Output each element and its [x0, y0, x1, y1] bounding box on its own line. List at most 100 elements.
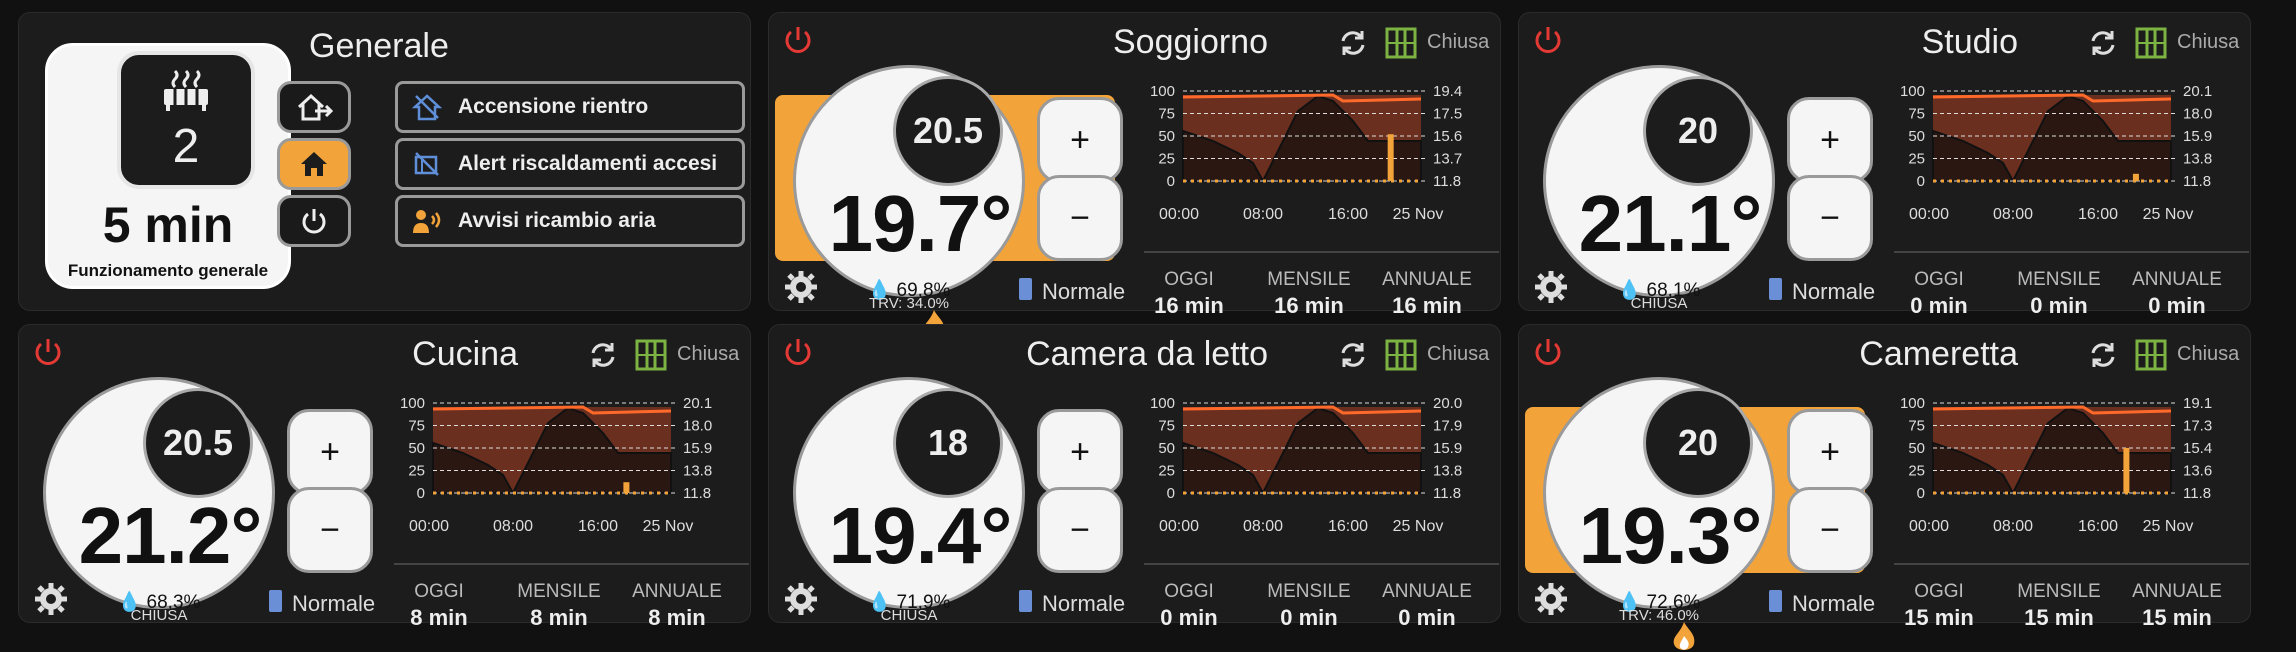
general-subtitle: Funzionamento generale: [67, 261, 269, 280]
flame-icon: [1673, 622, 1695, 650]
alert-ricambio-aria[interactable]: Avvisi ricambio aria: [395, 195, 745, 247]
alert-accensione-rientro[interactable]: Accensione rientro: [395, 81, 745, 133]
y-tick-right: 18.0: [2183, 106, 2212, 123]
y-tick-left: 25: [1908, 151, 1925, 168]
y-tick-left: 25: [1158, 151, 1175, 168]
setpoint[interactable]: 20.5: [893, 76, 1003, 186]
stats-bar: OGGI 15 min MENSILE 15 min ANNUALE 15 min: [1894, 563, 2249, 630]
home-mode-button[interactable]: [277, 138, 351, 190]
increase-temp-button[interactable]: +: [287, 409, 373, 495]
stat-label: OGGI: [1164, 581, 1214, 602]
home-off-icon: [410, 90, 444, 124]
sync-icon[interactable]: [1335, 25, 1371, 61]
stat-oggi: OGGI 15 min: [1884, 581, 1994, 631]
room-card-soggiorno: Soggiorno Chiusa 20.5 19.7° 💧 69,8% + − …: [768, 12, 1501, 338]
y-tick-left: 0: [1917, 485, 1925, 502]
valve-status: TRV: 46.0%: [1618, 607, 1700, 624]
sync-icon[interactable]: [1335, 337, 1371, 373]
thermostat-dial[interactable]: 18 19.4° 💧 71,9%: [793, 377, 1025, 613]
thermostat-dial[interactable]: 20.5 21.2° 💧 68,3%: [43, 377, 275, 613]
current-temperature: 19.3°: [1578, 491, 1763, 580]
sync-icon[interactable]: [2085, 25, 2121, 61]
general-power-button[interactable]: [277, 195, 351, 247]
stat-value: 0 min: [1160, 605, 1218, 630]
stat-label: OGGI: [1914, 269, 1964, 290]
power-icon[interactable]: [781, 335, 815, 369]
setpoint[interactable]: 20.5: [143, 388, 253, 498]
sync-icon[interactable]: [2085, 337, 2121, 373]
history-chart: 100 20.1 75 18.0 50 15.9 25 13.8 0 11.8 00:00 08:00…: [400, 395, 712, 535]
x-tick: 25 Nov: [1393, 206, 1444, 223]
x-tick: 25 Nov: [1393, 518, 1444, 535]
y-tick-left: 0: [417, 485, 425, 502]
alert-label: Alert riscaldamenti accesi: [458, 152, 718, 175]
power-icon[interactable]: [1531, 335, 1565, 369]
stat-mensile: MENSILE 0 min: [1254, 581, 1364, 631]
stat-label: ANNUALE: [2132, 269, 2222, 290]
room-title: Camera da letto: [1026, 335, 1268, 373]
decrease-temp-button[interactable]: −: [1787, 487, 1873, 573]
heating-bar: [623, 482, 630, 493]
stats-bar: OGGI 0 min MENSILE 0 min ANNUALE 0 min: [1144, 563, 1499, 630]
away-mode-button[interactable]: [277, 81, 351, 133]
battery-icon: [269, 590, 282, 612]
battery-icon: [1769, 278, 1782, 300]
stat-value: 0 min: [2148, 293, 2206, 318]
x-tick: 08:00: [1243, 206, 1283, 223]
setpoint[interactable]: 20: [1643, 76, 1753, 186]
y-tick-right: 20.0: [1433, 395, 1462, 412]
current-temperature: 19.4°: [828, 491, 1013, 580]
alert-riscaldamenti-accesi[interactable]: Alert riscaldamenti accesi: [395, 138, 745, 190]
decrease-temp-button[interactable]: −: [287, 487, 373, 573]
thermostat-dial[interactable]: 20 21.1° 💧 68,1%: [1543, 65, 1775, 301]
stat-oggi: OGGI 0 min: [1884, 269, 1994, 319]
power-icon[interactable]: [31, 335, 65, 369]
stat-annuale: ANNUALE 16 min: [1372, 269, 1482, 319]
y-tick-right: 13.6: [2183, 463, 2212, 480]
y-tick-right: 11.8: [683, 485, 711, 502]
general-summary[interactable]: 2 5 min Funzionamento generale: [45, 43, 291, 289]
window-closed-icon: [635, 339, 667, 371]
power-icon[interactable]: [1531, 23, 1565, 57]
y-tick-right: 19.1: [2183, 395, 2212, 412]
increase-temp-button[interactable]: +: [1037, 97, 1123, 183]
stat-value: 15 min: [2024, 605, 2094, 630]
y-tick-left: 50: [1908, 440, 1925, 457]
x-tick: 00:00: [1159, 518, 1199, 535]
y-tick-left: 75: [1158, 418, 1175, 435]
y-tick-right: 15.4: [2183, 440, 2212, 457]
stat-annuale: ANNUALE 15 min: [2122, 581, 2232, 631]
y-tick-left: 50: [1158, 440, 1175, 457]
decrease-temp-button[interactable]: −: [1037, 175, 1123, 261]
decrease-temp-button[interactable]: −: [1037, 487, 1123, 573]
thermostat-dial[interactable]: 20.5 19.7° 💧 69,8%: [793, 65, 1025, 338]
increase-temp-button[interactable]: +: [1787, 409, 1873, 495]
y-tick-left: 50: [1908, 128, 1925, 145]
y-tick-right: 17.5: [1433, 106, 1462, 123]
increase-temp-button[interactable]: +: [1037, 409, 1123, 495]
sync-icon[interactable]: [585, 337, 621, 373]
increase-temp-button[interactable]: +: [1787, 97, 1873, 183]
y-tick-left: 25: [1908, 463, 1925, 480]
history-chart: 100 19.1 75 17.3 50 15.4 25 13.6 0 11.8 00:00 08:00…: [1900, 395, 2212, 535]
stat-value: 8 min: [410, 605, 468, 630]
decrease-temp-button[interactable]: −: [1787, 175, 1873, 261]
heating-bar: [2123, 448, 2130, 493]
stat-oggi: OGGI 0 min: [1134, 581, 1244, 631]
battery-icon: [1769, 590, 1782, 612]
y-tick-left: 75: [408, 418, 425, 435]
x-tick: 08:00: [1243, 518, 1283, 535]
setpoint[interactable]: 20: [1643, 388, 1753, 498]
alert-label: Accensione rientro: [458, 95, 649, 118]
active-heaters-badge: 2: [117, 51, 255, 189]
y-tick-right: 17.9: [1433, 418, 1462, 435]
alert-label: Avvisi ricambio aria: [458, 209, 656, 232]
stat-value: 15 min: [1904, 605, 1974, 630]
setpoint[interactable]: 18: [893, 388, 1003, 498]
valve-status: TRV: 34.0%: [868, 295, 950, 312]
stat-label: ANNUALE: [1382, 581, 1472, 602]
stat-label: OGGI: [414, 581, 464, 602]
power-icon[interactable]: [781, 23, 815, 57]
stat-oggi: OGGI 16 min: [1134, 269, 1244, 319]
thermostat-dial[interactable]: 20 19.3° 💧 72,6%: [1543, 377, 1775, 650]
